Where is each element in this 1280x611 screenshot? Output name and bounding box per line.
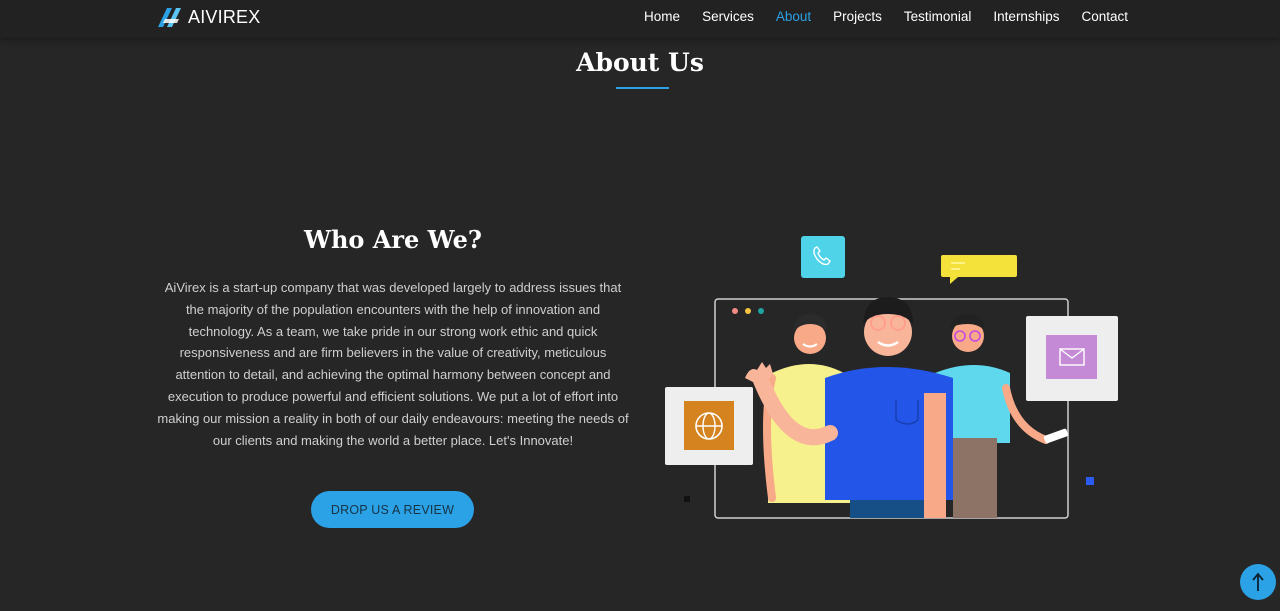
brand-name: AIVIREX: [188, 6, 261, 27]
nav-internships[interactable]: Internships: [993, 9, 1059, 24]
drop-review-button[interactable]: DROP US A REVIEW: [311, 491, 474, 528]
main-nav: Home Services About Projects Testimonial…: [622, 9, 1128, 24]
about-body: AiVirex is a start-up company that was d…: [157, 280, 629, 448]
arrow-up-icon: [1252, 572, 1264, 591]
team-illustration: [665, 236, 1118, 519]
navbar: AIVIREX Home Services About Projects Tes…: [0, 0, 1280, 38]
nav-home[interactable]: Home: [644, 9, 680, 24]
nav-testimonial[interactable]: Testimonial: [904, 9, 972, 24]
about-heading: Who Are We?: [304, 225, 482, 254]
globe-icon: [665, 387, 753, 465]
section-title: About Us: [576, 48, 704, 77]
phone-icon: [801, 236, 845, 278]
nav-contact[interactable]: Contact: [1081, 9, 1128, 24]
brand-logo[interactable]: AIVIREX: [156, 2, 260, 32]
nav-services[interactable]: Services: [702, 9, 754, 24]
nav-projects[interactable]: Projects: [833, 9, 882, 24]
mail-icon: [1026, 316, 1118, 401]
title-underline: [616, 87, 669, 89]
chat-bubble-icon: [941, 255, 1017, 284]
nav-about[interactable]: About: [776, 9, 811, 24]
scroll-to-top-button[interactable]: [1240, 564, 1276, 600]
aivirex-logo-icon: [158, 8, 181, 27]
